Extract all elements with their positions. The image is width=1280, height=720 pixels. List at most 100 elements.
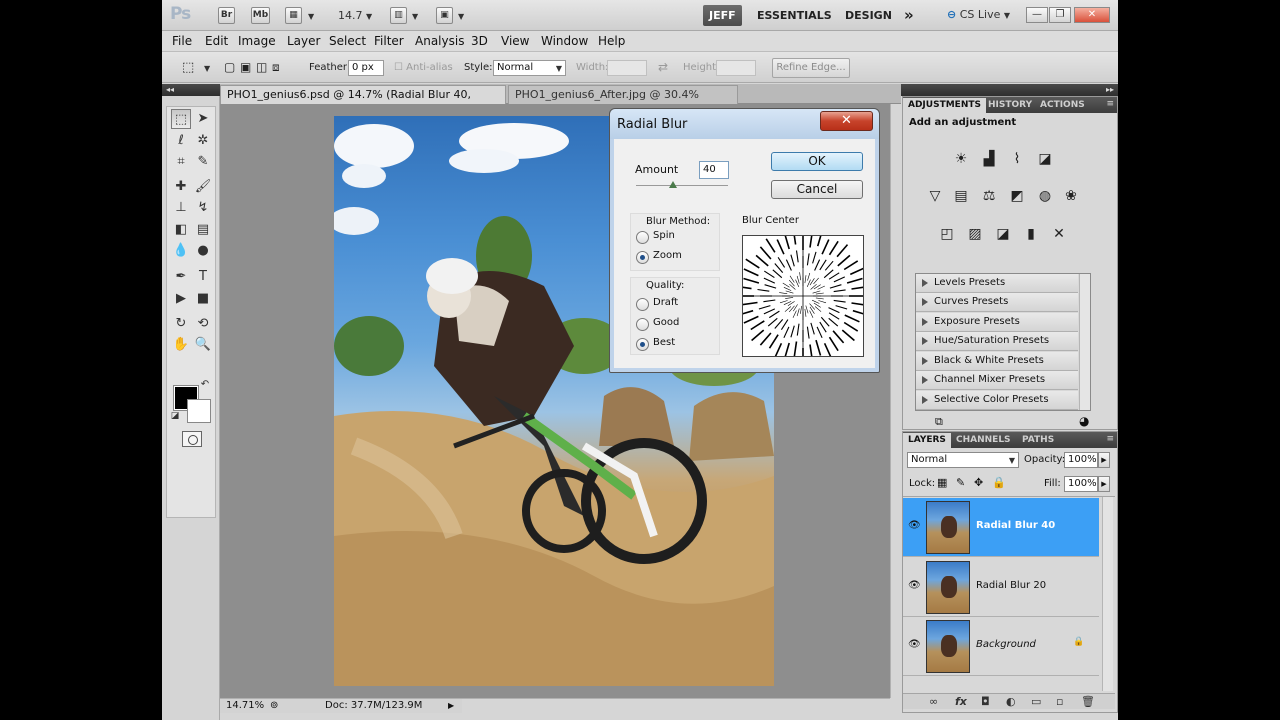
3d-rotate-tool-icon[interactable]: ↻ [171, 314, 191, 334]
preset-exposure[interactable]: Exposure Presets [916, 313, 1078, 332]
default-colors-icon[interactable]: ◪ [169, 410, 181, 422]
good-radio[interactable] [636, 318, 649, 331]
screen-mode-caret[interactable]: ▼ [458, 9, 464, 22]
3d-orbit-tool-icon[interactable]: ⟲ [193, 314, 213, 334]
invert-icon[interactable]: ◰ [937, 224, 957, 244]
workspace-design[interactable]: DESIGN [839, 5, 898, 26]
zoom-radio[interactable] [636, 251, 649, 264]
zoom-caret[interactable]: ▼ [366, 9, 372, 22]
preset-levels[interactable]: Levels Presets [916, 274, 1078, 293]
intersect-selection-icon[interactable]: ⧈ [272, 60, 280, 75]
screen-mode-button[interactable]: ▣ [436, 7, 453, 24]
visibility-eye-icon[interactable]: 👁 [908, 520, 921, 531]
more-workspaces-button[interactable]: » [898, 5, 920, 26]
blur-center-preview[interactable] [742, 235, 864, 357]
tab-layers[interactable]: LAYERS [903, 433, 951, 448]
cs-live-menu[interactable]: ⊖ CS Live ▼ [947, 8, 1010, 21]
height-input[interactable] [716, 60, 756, 76]
dialog-title-bar[interactable]: Radial Blur ✕ [610, 109, 879, 139]
cancel-button[interactable]: Cancel [771, 180, 863, 199]
link-layers-icon[interactable]: ∞ [929, 695, 938, 708]
refine-edge-button[interactable]: Refine Edge... [772, 58, 850, 78]
threshold-icon[interactable]: ◪ [993, 224, 1013, 244]
tools-collapse-bar[interactable]: ◂◂ [162, 84, 220, 96]
fill-slider-arrow[interactable]: ▶ [1098, 476, 1110, 492]
new-layer-icon[interactable]: ▫ [1056, 695, 1063, 708]
tab-adjustments[interactable]: ADJUSTMENTS [903, 98, 986, 113]
antialias-checkbox[interactable]: ☐ Anti-alias [394, 62, 453, 73]
view-extras-button[interactable]: ▦ [285, 7, 302, 24]
amount-slider-track[interactable] [636, 185, 728, 186]
new-selection-icon[interactable]: ▢ [224, 60, 235, 74]
horizontal-scrollbar[interactable] [462, 698, 890, 713]
preset-hue-saturation[interactable]: Hue/Saturation Presets [916, 332, 1078, 351]
rectangle-tool-icon[interactable]: ■ [193, 289, 213, 309]
style-select[interactable]: Normal ▼ [493, 60, 566, 76]
dialog-close-button[interactable]: ✕ [820, 111, 873, 131]
visibility-eye-icon[interactable]: 👁 [908, 580, 921, 591]
bridge-button[interactable]: Br [218, 7, 235, 24]
visibility-eye-icon[interactable]: 👁 [908, 639, 921, 650]
opacity-input[interactable]: 100% [1064, 452, 1098, 468]
new-group-icon[interactable]: ▭ [1031, 695, 1041, 708]
workspace-jeff[interactable]: JEFF [703, 5, 742, 26]
marquee-tool-preset-icon[interactable]: ⬚ [182, 60, 194, 75]
tool-preset-caret[interactable]: ▼ [204, 63, 210, 74]
delete-layer-icon[interactable]: 🗑 [1081, 695, 1095, 708]
new-adjustment-layer-icon[interactable]: ◐ [1006, 695, 1016, 708]
color-balance-icon[interactable]: ⚖ [979, 186, 999, 206]
brightness-contrast-icon[interactable]: ☀ [951, 149, 971, 169]
adjustment-options-icon[interactable]: ◕ [1079, 414, 1089, 428]
posterize-icon[interactable]: ▨ [965, 224, 985, 244]
quick-selection-tool-icon[interactable]: ✲ [193, 131, 213, 151]
swap-colors-icon[interactable]: ↶ [199, 379, 211, 391]
clone-stamp-tool-icon[interactable]: ⊥ [171, 198, 191, 218]
gradient-map-icon[interactable]: ▮ [1021, 224, 1041, 244]
tab-paths[interactable]: PATHS [1017, 433, 1059, 448]
ok-button[interactable]: OK [771, 152, 863, 171]
preset-curves[interactable]: Curves Presets [916, 293, 1078, 312]
preset-black-white[interactable]: Black & White Presets [916, 352, 1078, 371]
panels-collapse-bar[interactable]: ▸▸ [901, 84, 1118, 96]
close-window-button[interactable]: ✕ [1074, 7, 1110, 23]
arrange-caret[interactable]: ▼ [412, 9, 418, 22]
swap-dimensions-icon[interactable]: ⇄ [658, 60, 668, 74]
lock-image-icon[interactable]: ✎ [956, 476, 965, 489]
menu-3d[interactable]: 3D [471, 34, 488, 48]
add-mask-icon[interactable]: ◘ [981, 695, 990, 708]
brush-tool-icon[interactable]: 🖌 [193, 177, 213, 197]
black-white-icon[interactable]: ◩ [1007, 186, 1027, 206]
opacity-slider-arrow[interactable]: ▶ [1098, 452, 1110, 468]
document-tab-active[interactable]: PHO1_genius6.psd @ 14.7% (Radial Blur 40… [220, 85, 506, 119]
path-selection-tool-icon[interactable]: ▶ [171, 289, 191, 309]
curves-icon[interactable]: ⌇ [1007, 149, 1027, 169]
feather-input[interactable]: 0 px [348, 60, 384, 76]
panel-menu-icon[interactable]: ≡ [1106, 99, 1114, 109]
photo-filter-icon[interactable]: ◍ [1035, 186, 1055, 206]
restore-button[interactable]: ❐ [1049, 7, 1071, 23]
width-input[interactable] [607, 60, 647, 76]
status-menu-arrow-icon[interactable]: ▶ [448, 699, 454, 713]
layer-style-icon[interactable]: fx [955, 695, 967, 708]
preset-channel-mixer[interactable]: Channel Mixer Presets [916, 371, 1078, 390]
blur-tool-icon[interactable]: 💧 [171, 241, 191, 261]
fill-input[interactable]: 100% [1064, 476, 1098, 492]
zoom-level[interactable]: 14.7 [338, 9, 363, 22]
blend-mode-select[interactable]: Normal ▼ [907, 452, 1019, 468]
lock-all-icon[interactable]: 🔒 [992, 476, 1006, 489]
menu-analysis[interactable]: Analysis [415, 34, 464, 48]
menu-filter[interactable]: Filter [374, 34, 404, 48]
subtract-selection-icon[interactable]: ◫ [256, 60, 267, 74]
status-zoom-icon[interactable]: ⊚ [270, 699, 278, 713]
rectangular-marquee-tool-icon[interactable]: ⬚ [171, 109, 191, 129]
exposure-icon[interactable]: ◪ [1035, 149, 1055, 169]
amount-input[interactable]: 40 [699, 161, 729, 179]
arrange-documents-button[interactable]: ▥ [390, 7, 407, 24]
pen-tool-icon[interactable]: ✒ [171, 267, 191, 287]
draft-radio[interactable] [636, 298, 649, 311]
selective-color-icon[interactable]: ✕ [1049, 224, 1069, 244]
preset-selective-color[interactable]: Selective Color Presets [916, 391, 1078, 410]
dodge-tool-icon[interactable]: ● [193, 241, 213, 261]
layers-scrollbar[interactable] [1102, 497, 1113, 691]
layer-row[interactable]: 👁 Radial Blur 40 [903, 498, 1099, 557]
